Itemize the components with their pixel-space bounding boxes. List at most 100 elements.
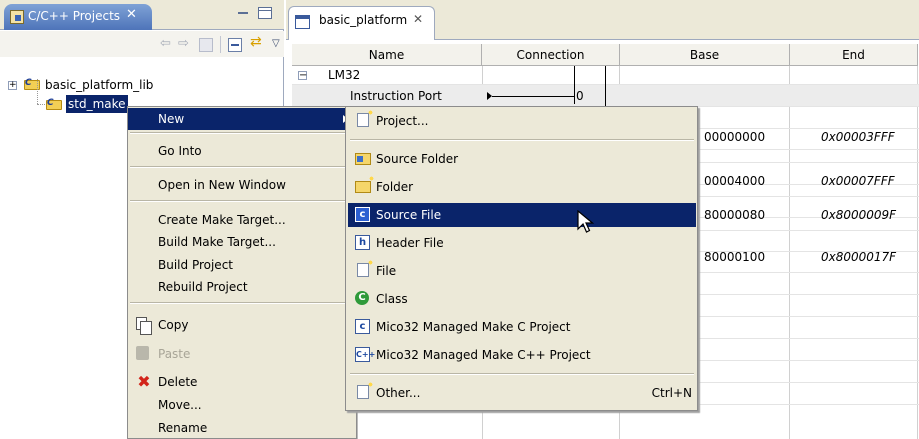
connection-line	[492, 96, 574, 97]
cpp-project-icon: C++	[355, 347, 375, 362]
minimize-icon[interactable]	[236, 7, 250, 19]
menu-item-label: Open in New Window	[158, 178, 286, 192]
view-tab-bar: C/C++ Projects ✕	[0, 0, 284, 30]
menu-item-label: Go Into	[158, 144, 202, 158]
tab-cpp-projects[interactable]: C/C++ Projects ✕	[4, 4, 152, 30]
menu-item-build-project[interactable]: Build Project	[128, 254, 356, 276]
submenu-item-project[interactable]: Project...	[348, 109, 696, 133]
submenu-item-class[interactable]: C Class	[348, 287, 696, 311]
cpp-projects-icon	[10, 10, 24, 24]
c-project-icon: c	[355, 319, 370, 334]
tab-basic-platform[interactable]: basic_platform ✕	[288, 6, 435, 40]
link-with-editor-icon[interactable]: ⇄	[250, 35, 262, 49]
delete-icon: ✖	[137, 372, 151, 391]
row-name-instruction-port: Instruction Port	[350, 89, 442, 103]
paste-icon	[136, 346, 149, 360]
base-value: 80000100	[704, 250, 766, 264]
menu-separator	[130, 132, 354, 134]
column-header-connection[interactable]: Connection	[482, 44, 620, 66]
submenu-item-header-file[interactable]: h Header File	[348, 231, 696, 255]
base-value: 80000080	[704, 208, 766, 222]
submenu-item-c-project[interactable]: c Mico32 Managed Make C Project	[348, 315, 696, 339]
menu-item-create-make-target[interactable]: Create Make Target...	[128, 209, 356, 231]
submenu-item-label: Folder	[376, 180, 414, 194]
collapse-all-icon[interactable]	[228, 38, 242, 52]
submenu-item-other[interactable]: Other... Ctrl+N	[348, 381, 696, 405]
shortcut-label: Ctrl+N	[651, 386, 692, 400]
menu-item-label: Build Make Target...	[158, 235, 276, 249]
mouse-cursor-icon	[577, 210, 595, 233]
menu-item-open-in-new-window[interactable]: Open in New Window	[128, 174, 356, 196]
end-value: 0x00003FFF	[821, 130, 895, 144]
connection-line	[605, 66, 606, 106]
tree-item-basic-platform-lib[interactable]: + C basic_platform_lib	[8, 76, 208, 94]
new-project-icon	[357, 109, 374, 127]
connection-value: 0	[576, 89, 584, 103]
menu-separator	[130, 200, 354, 202]
view-menu-chevron-icon[interactable]: ▽	[272, 37, 280, 51]
menu-item-rebuild-project[interactable]: Rebuild Project	[128, 276, 356, 298]
menu-item-label: Rename	[158, 421, 208, 435]
menu-item-label: Paste	[158, 347, 191, 361]
menu-item-copy[interactable]: Copy	[128, 314, 356, 336]
new-submenu: Project... Source Folder Folder c Source…	[345, 106, 698, 411]
submenu-item-source-folder[interactable]: Source Folder	[348, 147, 696, 171]
forward-arrow-icon[interactable]: ⇨	[178, 37, 189, 51]
go-up-icon[interactable]	[199, 38, 213, 52]
submenu-item-folder[interactable]: Folder	[348, 175, 696, 199]
c-project-folder-icon: C	[46, 97, 62, 110]
maximize-icon[interactable]	[258, 7, 272, 19]
column-header-end[interactable]: End	[790, 44, 918, 66]
submenu-item-label: Class	[376, 292, 408, 306]
menu-item-paste: Paste	[128, 343, 356, 365]
tab-basic-platform-label: basic_platform	[319, 13, 408, 27]
menu-item-label: Delete	[158, 375, 198, 389]
menu-item-label: New	[158, 112, 185, 126]
grid-line	[917, 66, 918, 439]
view-toolbar: ⇦ ⇨ ⇄ ▽	[0, 31, 284, 57]
menu-item-build-make-target[interactable]: Build Make Target...	[128, 231, 356, 253]
collapse-icon[interactable]: −	[298, 71, 307, 81]
window-icon	[295, 15, 310, 29]
submenu-item-file[interactable]: File	[348, 259, 696, 283]
tree-item-label: std_make	[66, 95, 128, 113]
menu-item-move[interactable]: Move...	[128, 394, 356, 416]
close-icon[interactable]: ✕	[126, 7, 137, 22]
base-value: 00000000	[704, 130, 766, 144]
menu-item-label: Copy	[158, 318, 189, 332]
tab-cpp-projects-label: C/C++ Projects	[28, 9, 121, 23]
submenu-item-label: Project...	[376, 114, 429, 128]
submenu-item-label: Mico32 Managed Make C Project	[376, 320, 571, 334]
toolbar-separator	[220, 36, 221, 53]
menu-separator	[130, 166, 354, 168]
tree-item-label: basic_platform_lib	[45, 78, 154, 92]
expand-icon[interactable]: +	[8, 81, 17, 90]
source-folder-icon	[355, 153, 371, 165]
menu-item-delete[interactable]: ✖ Delete	[128, 371, 356, 393]
submenu-item-label: Source Folder	[376, 152, 459, 166]
submenu-item-cpp-project[interactable]: C++ Mico32 Managed Make C++ Project	[348, 343, 696, 367]
submenu-item-label: Mico32 Managed Make C++ Project	[376, 348, 591, 362]
menu-item-label: Create Make Target...	[158, 213, 286, 227]
submenu-item-label: Other...	[376, 386, 421, 400]
submenu-item-label: File	[376, 264, 397, 278]
menu-item-new[interactable]: New	[128, 108, 356, 130]
grid-line	[789, 66, 790, 439]
menu-item-go-into[interactable]: Go Into	[128, 140, 356, 162]
tree-item-std-make[interactable]: C std_make	[46, 95, 136, 113]
close-icon[interactable]: ✕	[413, 12, 423, 26]
source-file-icon: c	[355, 207, 370, 222]
connection-line	[574, 66, 575, 104]
column-header-name[interactable]: Name	[292, 44, 482, 66]
menu-item-label: Build Project	[158, 258, 233, 272]
base-value: 00004000	[704, 174, 766, 188]
copy-icon	[136, 317, 152, 335]
new-folder-icon	[355, 175, 375, 193]
back-arrow-icon[interactable]: ⇦	[160, 37, 171, 51]
column-header-base[interactable]: Base	[620, 44, 790, 66]
menu-item-label: Move...	[158, 398, 202, 412]
menu-separator	[350, 373, 694, 375]
menu-separator	[350, 139, 694, 141]
submenu-item-source-file[interactable]: c Source File	[348, 203, 696, 227]
menu-item-rename[interactable]: Rename	[128, 417, 356, 439]
